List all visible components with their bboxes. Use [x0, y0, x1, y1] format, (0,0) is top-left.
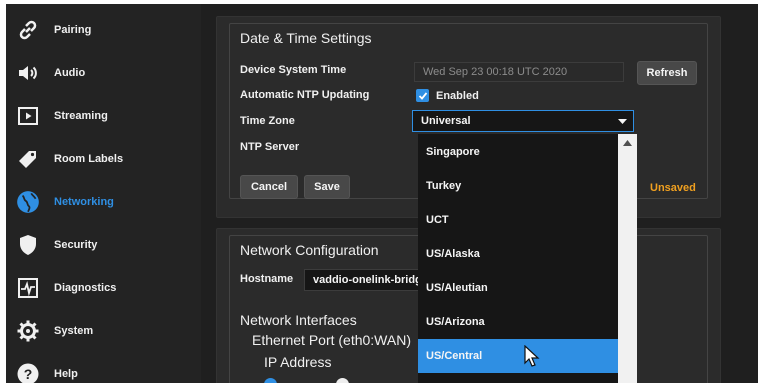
ip-dhcp-radio[interactable]	[264, 378, 277, 383]
speaker-icon	[14, 59, 42, 87]
sidebar-item-label: Room Labels	[54, 153, 124, 165]
hostname-input[interactable]: vaddio-onelink-bridge	[304, 269, 424, 291]
sidebar-item-label: Networking	[54, 196, 114, 208]
sidebar-item-networking[interactable]: Networking	[6, 182, 201, 222]
svg-text:?: ?	[24, 366, 33, 382]
ntp-enabled-label: Enabled	[436, 90, 479, 102]
sidebar-item-system[interactable]: System	[6, 311, 201, 351]
link-icon	[14, 16, 42, 44]
sidebar-item-label: Security	[54, 239, 98, 251]
caret-down-icon	[618, 119, 627, 124]
timezone-option[interactable]: US/Alaska	[418, 237, 618, 271]
gear-icon	[14, 317, 42, 345]
dropdown-scrollbar[interactable]	[618, 134, 637, 383]
ethernet-port-title: Ethernet Port (eth0:WAN)	[252, 332, 411, 348]
sidebar-item-pairing[interactable]: Pairing	[6, 10, 201, 50]
shield-icon	[14, 231, 42, 259]
help-icon: ?	[14, 360, 42, 383]
timezone-select[interactable]: Universal	[412, 110, 634, 132]
refresh-button[interactable]: Refresh	[637, 61, 697, 85]
sidebar-item-label: Streaming	[54, 110, 108, 122]
sidebar-item-diagnostics[interactable]: Diagnostics	[6, 268, 201, 308]
pulse-icon	[14, 274, 42, 302]
network-title: Network Configuration	[240, 242, 379, 258]
ntp-checkbox[interactable]	[416, 89, 429, 102]
sidebar-item-audio[interactable]: Audio	[6, 53, 201, 93]
timezone-label: Time Zone	[240, 115, 295, 127]
timezone-option[interactable]: Singapore	[418, 135, 618, 169]
timezone-value: Universal	[421, 115, 471, 127]
play-icon	[14, 102, 42, 130]
cancel-button[interactable]: Cancel	[240, 175, 298, 199]
mouse-cursor-icon	[524, 345, 540, 367]
sidebar-item-streaming[interactable]: Streaming	[6, 96, 201, 136]
timezone-option-highlighted[interactable]: US/Central	[418, 339, 618, 373]
ip-address-title: IP Address	[264, 354, 332, 370]
app-frame: Pairing Audio Streaming Room Labels Netw…	[6, 4, 758, 383]
check-icon	[418, 91, 427, 100]
datetime-title: Date & Time Settings	[240, 30, 372, 46]
timezone-option[interactable]: US/Arizona	[418, 305, 618, 339]
sidebar-item-label: Help	[54, 368, 78, 380]
timezone-option[interactable]: US/Aleutian	[418, 271, 618, 305]
sidebar-item-label: Diagnostics	[54, 282, 117, 294]
unsaved-status: Unsaved	[650, 182, 696, 194]
sidebar-item-label: Pairing	[54, 24, 92, 36]
scroll-up-arrow-icon[interactable]	[623, 140, 632, 146]
sidebar-item-label: Audio	[54, 67, 86, 79]
ntp-server-label: NTP Server	[240, 141, 300, 153]
sidebar: Pairing Audio Streaming Room Labels Netw…	[6, 4, 201, 383]
ntp-label: Automatic NTP Updating	[240, 89, 370, 101]
system-time-label: Device System Time	[240, 64, 347, 76]
sidebar-item-label: System	[54, 325, 94, 337]
tag-icon	[14, 145, 42, 173]
timezone-option[interactable]: UCT	[418, 203, 618, 237]
globe-icon	[14, 188, 42, 216]
system-time-field: Wed Sep 23 00:18 UTC 2020	[414, 62, 624, 82]
network-interfaces-title: Network Interfaces	[240, 312, 357, 328]
ip-static-radio[interactable]	[336, 378, 349, 383]
timezone-option[interactable]: Turkey	[418, 169, 618, 203]
sidebar-item-help[interactable]: ? Help	[6, 354, 201, 383]
save-button[interactable]: Save	[304, 175, 350, 199]
sidebar-item-room-labels[interactable]: Room Labels	[6, 139, 201, 179]
sidebar-item-security[interactable]: Security	[6, 225, 201, 265]
hostname-label: Hostname	[240, 273, 294, 285]
